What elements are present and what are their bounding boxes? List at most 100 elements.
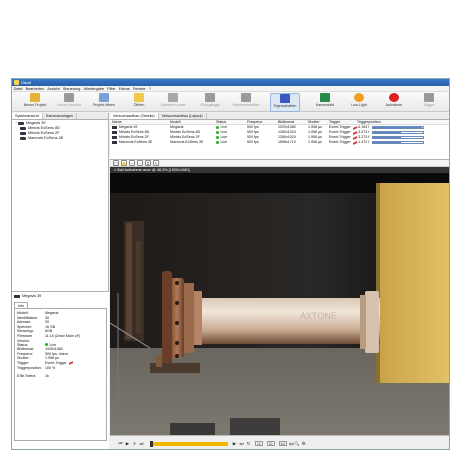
tree-item-label: Macrovis EoSens 3E — [28, 136, 64, 140]
projekt-ffnen-button[interactable]: Projekt öffnen — [89, 93, 119, 112]
crop-icon[interactable]: ⌗ — [145, 160, 151, 166]
tab-setup-layout[interactable]: Versuchsaufbau (Layout) — [159, 113, 207, 119]
trigger-position-bar[interactable] — [372, 141, 425, 144]
pan-icon[interactable]: ✋ — [121, 160, 127, 166]
status-live-icon — [216, 131, 219, 134]
toolbar-label: Speichern unter — [160, 103, 186, 107]
status-live-icon — [45, 343, 48, 347]
cell-shutter: 1.958 µs — [308, 140, 322, 144]
first-frame-icon[interactable]: ⏮ — [118, 441, 123, 446]
menu-item-extras[interactable]: Extras — [117, 87, 131, 91]
zoom-out-icon[interactable]: − — [137, 160, 143, 166]
toolbar-label: Wiederherstellen — [232, 103, 260, 107]
tab-kameravorlagen[interactable]: Kameravorlagen — [43, 113, 78, 119]
toolbar-label: Neues Projekt — [23, 103, 47, 107]
info-value-text: 1k — [45, 374, 49, 379]
trigger-position-fill — [373, 137, 401, 138]
menu-item-bearbeiten[interactable]: Bearbeiten — [24, 87, 46, 91]
redo-icon — [241, 93, 251, 102]
range-end-field[interactable]: 20 — [266, 441, 275, 446]
column-header[interactable]: Modell — [170, 120, 216, 124]
info-value: 1k — [45, 374, 49, 379]
info-row: 8 Bit Select: 1k — [17, 374, 104, 379]
tree-item[interactable]: Macrovis EoSens 3E — [15, 136, 105, 141]
tab-setup-table[interactable]: Versuchsaufbau (Tabelle) — [110, 113, 159, 119]
collapse-icon[interactable]: − — [15, 121, 17, 126]
aufnahme-button[interactable]: Aufnahme — [379, 93, 409, 112]
timeline-slider[interactable] — [150, 440, 228, 447]
menu-item-filter[interactable]: Filter — [106, 87, 118, 91]
menu-item-datei[interactable]: Datei — [12, 87, 24, 91]
column-header[interactable]: Frequenz — [247, 120, 278, 124]
camera-table: Name Modell Status Frequenz Bildformat Shutte… — [110, 120, 449, 160]
neues-projekt-button[interactable]: Neues Projekt — [20, 93, 50, 112]
trigger-position-bar[interactable] — [372, 131, 425, 134]
column-header[interactable]: Name — [110, 120, 170, 124]
fit-icon[interactable]: ▢ — [113, 160, 119, 166]
step-forward-icon[interactable]: ▶ — [232, 441, 237, 446]
kamerabild-button[interactable]: Kamerabild — [310, 93, 340, 112]
toolbar-label: Projekt öffnen — [92, 103, 116, 107]
next-icon[interactable]: ⏭ — [239, 441, 244, 446]
video-toolbar: ▢ ✋ + − ⌗ ↖ — [110, 160, 449, 167]
camera-icon — [112, 126, 117, 129]
low-light-button[interactable]: Low-Light — [344, 93, 374, 112]
column-header[interactable]: Triggerposition — [357, 120, 449, 124]
main-toolbar: Neues Projekt Neuer Versuch Projekt öffnen… — [12, 92, 449, 112]
open-project-icon — [99, 93, 109, 102]
zoom-in-icon[interactable]: + — [129, 160, 135, 166]
info-value: 100 % — [45, 366, 55, 371]
tab-systemansicht[interactable]: Systemansicht — [12, 113, 43, 119]
toolbar-label: Trigger — [423, 103, 435, 107]
video-image: AXTONE — [110, 173, 449, 435]
column-header[interactable]: Bildformat — [278, 120, 308, 124]
eigenschaften-button[interactable]: Eigenschaften — [270, 93, 300, 112]
column-header[interactable]: Status — [216, 120, 247, 124]
properties-icon — [280, 94, 290, 103]
trigger-position-bar[interactable] — [372, 136, 425, 139]
camera-icon — [18, 122, 25, 125]
video-frame[interactable]: AXTONE — [110, 173, 449, 435]
open-folder-icon — [134, 93, 144, 102]
trigger-button[interactable]: Trigger — [414, 93, 444, 112]
pause-icon[interactable]: ⏸ — [132, 441, 137, 446]
-ffnen-button[interactable]: Öffnen — [124, 93, 154, 112]
camera-icon — [20, 127, 26, 130]
trigger-icon — [68, 361, 73, 366]
cell-trigger-text: Event-Trigger — [329, 140, 351, 144]
last-frame-icon[interactable]: ⏭ — [139, 441, 144, 446]
fps-field[interactable]: 6.0 — [278, 441, 288, 446]
column-header[interactable]: Shutter — [308, 120, 329, 124]
menu-item-steuerung[interactable]: Steuerung — [61, 87, 82, 91]
toolbar-label: Öffnen — [133, 103, 145, 107]
r-ckg-ngig-button[interactable]: Rückgängig — [195, 93, 225, 112]
toolbar-label: Neuer Versuch — [57, 103, 81, 107]
menu-item-wiedergabe[interactable]: Wiedergabe — [82, 87, 106, 91]
speichern-unter-button[interactable]: Speichern unter — [158, 93, 188, 112]
tab-info[interactable]: Info — [14, 302, 28, 308]
cell-status-text: Live — [220, 140, 228, 144]
camera-tree: − Megavis 39 Minivis EoSens 8D Minivis Eo… — [12, 120, 108, 142]
left-tabs: Systemansicht Kameravorlagen — [12, 113, 108, 120]
camera-icon — [14, 294, 20, 298]
pointer-icon[interactable]: ↖ — [153, 160, 159, 166]
play-icon[interactable]: ▶ — [125, 441, 130, 446]
range-start-field[interactable]: 10 — [255, 441, 263, 446]
menu-item-fenster[interactable]: Fenster — [131, 87, 147, 91]
camera-icon — [112, 131, 117, 134]
menu-item-ansicht[interactable]: Ansicht — [46, 87, 62, 91]
trigger-position-bar[interactable] — [372, 126, 425, 129]
column-header[interactable]: Trigger — [329, 120, 357, 124]
settings-icon[interactable]: ⚙ — [301, 441, 306, 446]
camera-icon — [20, 137, 26, 140]
neuer-versuch-button[interactable]: Neuer Versuch — [54, 93, 84, 112]
menu-item-[interactable]: ? — [147, 87, 152, 91]
cell-name: Macrovis EoSens 3E — [110, 140, 170, 145]
trigger-icon — [424, 93, 434, 102]
info-header: Megavis 39 — [14, 293, 107, 299]
table-row[interactable]: Macrovis EoSens 3E Macrovis EoSens 3E Live… — [110, 140, 449, 145]
loop-icon[interactable]: ↻ — [246, 441, 251, 446]
zoom-icon[interactable]: 🔍 — [294, 441, 299, 446]
new-test-icon — [64, 93, 74, 102]
wiederherstellen-button[interactable]: Wiederherstellen — [231, 93, 261, 112]
